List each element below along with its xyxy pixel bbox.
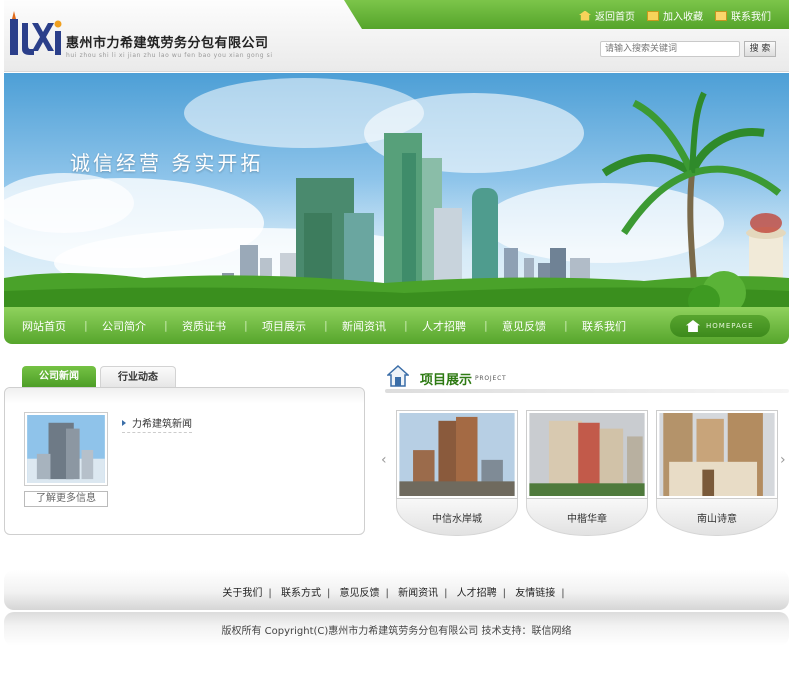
footer-divider: |: [502, 588, 507, 599]
footer-links-bar: 关于我们 | 联系方式 | 意见反馈 | 新闻资讯 | 人才招聘 | 友情链接 |: [4, 570, 789, 610]
project-name: 中信水岸城: [432, 514, 482, 525]
add-favorite-link[interactable]: 加入收藏: [647, 8, 703, 23]
copyright-bar: 版权所有 Copyright(C)惠州市力希建筑劳务分包有限公司 技术支持：联信…: [4, 612, 789, 646]
project-name: 南山诗意: [697, 514, 737, 525]
footer-divider: |: [385, 588, 389, 599]
nav-item-news[interactable]: 新闻资讯: [324, 318, 404, 334]
project-card[interactable]: 中信水岸城: [396, 410, 518, 536]
tab-industry-news[interactable]: 行业动态: [100, 366, 176, 387]
city-skyline-illustration: [4, 78, 789, 309]
search-button[interactable]: 搜 索: [744, 41, 776, 57]
footer-link-news[interactable]: 新闻资讯: [398, 588, 438, 599]
learn-more-button[interactable]: 了解更多信息: [24, 491, 108, 507]
top-links-bar: 返回首页 加入收藏 联系我们: [344, 0, 789, 29]
add-favorite-label: 加入收藏: [663, 12, 703, 23]
footer-divider: |: [561, 588, 565, 599]
copyright-text: 版权所有 Copyright(C)惠州市力希建筑劳务分包有限公司 技术支持：联信…: [221, 626, 572, 637]
main-nav: 网站首页 | 公司简介 | 资质证书 | 项目展示 | 新闻资讯 | 人才招聘 …: [4, 307, 789, 344]
nav-item-feedback[interactable]: 意见反馈: [484, 318, 564, 334]
footer-link-feedback[interactable]: 意见反馈: [340, 588, 380, 599]
back-home-label: 返回首页: [595, 12, 635, 23]
news-item-title: 力希建筑新闻: [132, 419, 192, 430]
projects-title: 项目展示: [420, 373, 473, 388]
company-logo-icon[interactable]: [10, 9, 62, 59]
project-photo: [656, 410, 778, 499]
favorite-icon: [647, 10, 659, 21]
home-icon: [686, 320, 700, 332]
footer-divider: |: [444, 588, 448, 599]
banner-slogan: 诚信经营 务实开拓: [70, 151, 264, 175]
footer-link-careers[interactable]: 人才招聘: [457, 588, 497, 599]
tab-company-news[interactable]: 公司新闻: [22, 366, 96, 387]
footer-divider: |: [268, 588, 272, 599]
news-list-item[interactable]: 力希建筑新闻: [122, 415, 192, 433]
project-card[interactable]: 南山诗意: [656, 410, 778, 536]
nav-item-home[interactable]: 网站首页: [4, 318, 84, 334]
news-thumbnail-image[interactable]: [24, 412, 108, 486]
projects-header: 项目展示 PROJECT: [385, 363, 789, 393]
projects-header-divider: [385, 389, 789, 393]
news-panel-header: [5, 388, 364, 404]
nav-item-about[interactable]: 公司简介: [84, 318, 164, 334]
news-panel: 了解更多信息 力希建筑新闻: [4, 387, 365, 535]
nav-item-certificates[interactable]: 资质证书: [164, 318, 244, 334]
contact-us-label: 联系我们: [731, 12, 771, 23]
project-card[interactable]: 中楷华章: [526, 410, 648, 536]
footer-link-contact[interactable]: 联系方式: [281, 588, 321, 599]
site-header: 返回首页 加入收藏 联系我们 惠州市力希建筑劳务分包有限公司 hui zhou …: [4, 0, 789, 72]
mail-icon: [715, 10, 727, 21]
bullet-arrow-icon: [122, 419, 126, 426]
hero-banner: 诚信经营 务实开拓: [4, 73, 789, 309]
search-input[interactable]: [600, 41, 740, 57]
projects-title-en: PROJECT: [475, 375, 507, 382]
project-name: 中楷华章: [567, 514, 607, 525]
nav-item-projects[interactable]: 项目展示: [244, 318, 324, 334]
nav-item-careers[interactable]: 人才招聘: [404, 318, 484, 334]
carousel-next-arrow-icon[interactable]: ›: [780, 452, 786, 468]
back-home-link[interactable]: 返回首页: [579, 8, 635, 23]
project-photo: [526, 410, 648, 499]
footer-link-friends[interactable]: 友情链接: [515, 588, 555, 599]
news-tabs: 公司新闻 行业动态: [22, 366, 176, 387]
nav-item-contact[interactable]: 联系我们: [564, 318, 644, 334]
homepage-button[interactable]: HOMEPAGE: [670, 315, 770, 337]
carousel-prev-arrow-icon[interactable]: ‹: [381, 452, 387, 468]
house-icon: [387, 365, 409, 387]
project-photo: [396, 410, 518, 499]
footer-divider: |: [326, 588, 331, 599]
contact-us-link[interactable]: 联系我们: [715, 8, 771, 23]
company-pinyin: hui zhou shi li xi jian zhu lao wu fen b…: [66, 52, 273, 59]
company-name: 惠州市力希建筑劳务分包有限公司: [66, 36, 269, 51]
home-icon: [579, 10, 591, 21]
footer-link-about[interactable]: 关于我们: [222, 588, 262, 599]
homepage-label: HOMEPAGE: [706, 322, 754, 330]
